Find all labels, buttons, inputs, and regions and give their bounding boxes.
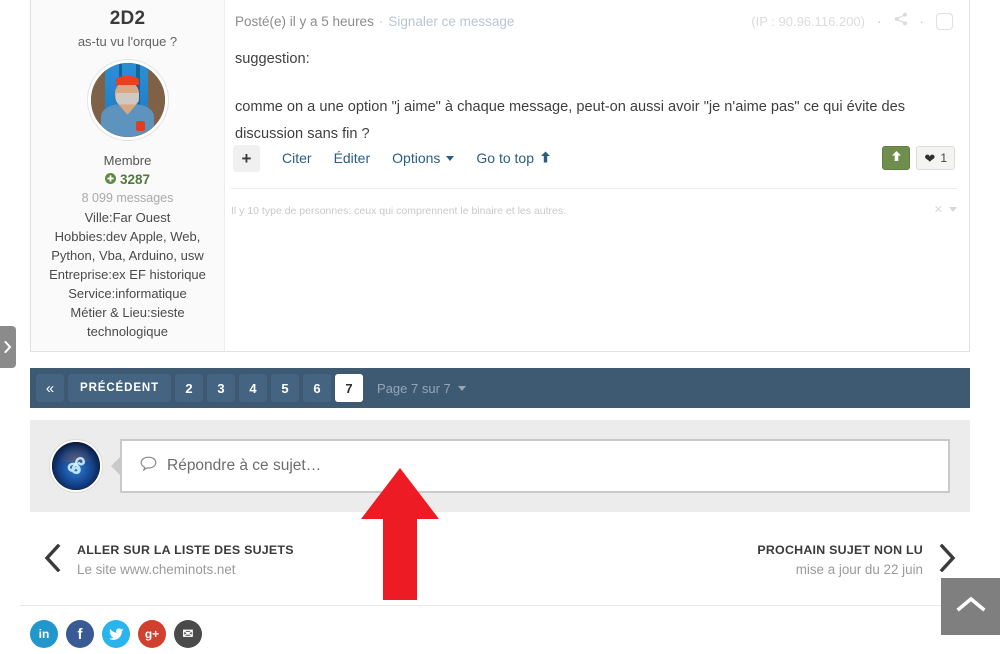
pagination-page-6[interactable]: 6 — [303, 374, 332, 402]
post-header: Posté(e) il y a 5 heures · Signaler ce m… — [233, 0, 955, 44]
close-icon[interactable]: ✕ — [934, 203, 943, 216]
pagination-page-3[interactable]: 3 — [207, 374, 236, 402]
circle-plus-icon — [104, 170, 116, 189]
nav-previous-subtitle: Le site www.cheminots.net — [77, 561, 236, 577]
author-name[interactable]: 2D2 — [37, 6, 218, 32]
reply-bubble: Répondre à ce sujet… — [111, 439, 950, 493]
options-label: Options — [392, 150, 441, 166]
forum-topic-page: 2D2 as-tu vu l'orque ? Membre 3287 8 099… — [0, 0, 1000, 654]
signature-text: Il y 10 type de personnes: ceux qui comp… — [231, 205, 567, 217]
chevron-right-icon — [4, 341, 12, 353]
post-vote-group: ❤ 1 — [882, 146, 955, 170]
google-plus-icon[interactable]: g+ — [138, 620, 166, 648]
pagination-page-5[interactable]: 5 — [271, 374, 300, 402]
social-share-row: in f g+ ✉ — [30, 620, 202, 648]
post-author-column: 2D2 as-tu vu l'orque ? Membre 3287 8 099… — [31, 0, 225, 351]
pagination-page-current[interactable]: 7 — [335, 374, 364, 402]
arrow-up-icon — [891, 149, 902, 167]
nav-next-subtitle: mise a jour du 22 juin — [795, 561, 923, 577]
report-post-link[interactable]: Signaler ce message — [388, 14, 514, 29]
post-paragraph-1: suggestion: — [235, 51, 310, 67]
pagination-bar: « PRÉCÉDENT 2 3 4 5 6 7 Page 7 sur 7 — [30, 368, 970, 408]
post-content-column: Posté(e) il y a 5 heures · Signaler ce m… — [225, 0, 969, 351]
post-date: Posté(e) il y a 5 heures — [235, 13, 374, 29]
post-ip-address: (IP : 90.96.116.200) — [751, 13, 865, 29]
header-separator-2: · — [877, 13, 882, 29]
author-rank: Membre — [103, 153, 152, 168]
signature-controls[interactable]: ✕ — [934, 203, 957, 216]
like-count: 1 — [940, 151, 947, 165]
reply-placeholder: Répondre à ce sujet… — [167, 457, 322, 474]
chevron-down-icon — [446, 155, 455, 161]
pagination-page-4[interactable]: 4 — [239, 374, 268, 402]
chevron-right-icon — [939, 543, 956, 577]
nav-next-title: PROCHAIN SUJET NON LU — [757, 542, 923, 557]
post-signature: Il y 10 type de personnes: ceux qui comp… — [231, 203, 957, 219]
pagination-page-2[interactable]: 2 — [175, 374, 204, 402]
topic-bottom-nav: ALLER SUR LA LISTE DES SUJETS Le site ww… — [30, 524, 970, 596]
linkedin-icon[interactable]: in — [30, 620, 58, 648]
signature-divider — [231, 188, 957, 189]
social-divider — [20, 605, 980, 606]
pagination-info-label: Page 7 sur 7 — [377, 380, 451, 396]
author-field-hobbies: Hobbies:dev Apple, Web, Python, Vba, Ard… — [51, 229, 204, 263]
nav-next-texts: PROCHAIN SUJET NON LU mise a jour du 22 … — [757, 541, 923, 580]
edit-button[interactable]: Éditer — [334, 150, 371, 166]
facebook-icon[interactable]: f — [66, 620, 94, 648]
post-select-checkbox[interactable] — [936, 12, 953, 30]
arrow-up-icon — [540, 150, 551, 166]
author-field-metier: Métier & Lieu:sieste technologique — [70, 305, 185, 339]
author-field-entreprise: Entreprise:ex EF historique — [49, 267, 206, 282]
author-field-ville: Ville:Far Ouest — [84, 210, 171, 225]
twitter-icon[interactable] — [102, 620, 130, 648]
chevron-up-icon — [955, 595, 986, 618]
post-action-bar: + Citer Éditer Options Go to top ❤ 1 — [233, 142, 955, 174]
pagination-prev-button[interactable]: PRÉCÉDENT — [68, 374, 172, 402]
pagination-info-dropdown[interactable]: Page 7 sur 7 — [377, 381, 466, 396]
quote-button[interactable]: Citer — [282, 150, 312, 166]
header-separator: · — [378, 13, 384, 29]
chevron-left-icon — [44, 543, 61, 577]
chevron-down-icon — [457, 385, 466, 391]
chevron-down-icon[interactable] — [949, 207, 957, 212]
author-message-count: 8 099 messages — [81, 191, 174, 205]
nav-previous-link[interactable]: ALLER SUR LA LISTE DES SUJETS Le site ww… — [44, 541, 294, 580]
nav-next-link[interactable]: PROCHAIN SUJET NON LU mise a jour du 22 … — [757, 541, 956, 580]
reply-zone: Répondre à ce sujet… — [30, 420, 970, 512]
reply-input[interactable]: Répondre à ce sujet… — [120, 439, 950, 493]
author-field-service: Service:informatique — [68, 286, 187, 301]
post-card: 2D2 as-tu vu l'orque ? Membre 3287 8 099… — [30, 0, 970, 352]
header-separator-3: · — [919, 13, 925, 29]
heart-icon: ❤ — [924, 150, 936, 166]
upvote-button[interactable] — [882, 146, 911, 170]
options-button[interactable]: Options — [392, 150, 455, 166]
author-avatar[interactable] — [87, 60, 168, 140]
email-icon[interactable]: ✉ — [174, 620, 202, 648]
bubble-tail — [111, 457, 120, 475]
scroll-to-top-button[interactable] — [941, 578, 1000, 635]
post-body: suggestion: comme on a une option "j aim… — [233, 44, 955, 148]
go-to-top-label: Go to top — [476, 150, 534, 166]
current-user-avatar[interactable] — [50, 440, 102, 492]
go-to-top-button[interactable]: Go to top — [476, 150, 551, 166]
author-reputation: 3287 — [37, 170, 218, 189]
multiquote-button[interactable]: + — [233, 144, 260, 172]
author-tagline: as-tu vu l'orque ? — [77, 34, 178, 49]
like-button[interactable]: ❤ 1 — [916, 146, 955, 170]
nav-previous-title: ALLER SUR LA LISTE DES SUJETS — [77, 542, 294, 557]
triskelion-icon — [61, 449, 91, 484]
post-header-right: (IP : 90.96.116.200) · · — [751, 12, 955, 31]
pagination-first-button[interactable]: « — [36, 374, 64, 402]
speech-bubble-icon — [140, 456, 157, 476]
nav-previous-texts: ALLER SUR LA LISTE DES SUJETS Le site ww… — [77, 541, 294, 580]
share-icon[interactable] — [894, 12, 908, 31]
sidebar-toggle-tab[interactable] — [0, 326, 16, 368]
post-paragraph-2: comme on a une option "j aime" à chaque … — [235, 99, 906, 142]
reputation-value: 3287 — [119, 172, 151, 187]
